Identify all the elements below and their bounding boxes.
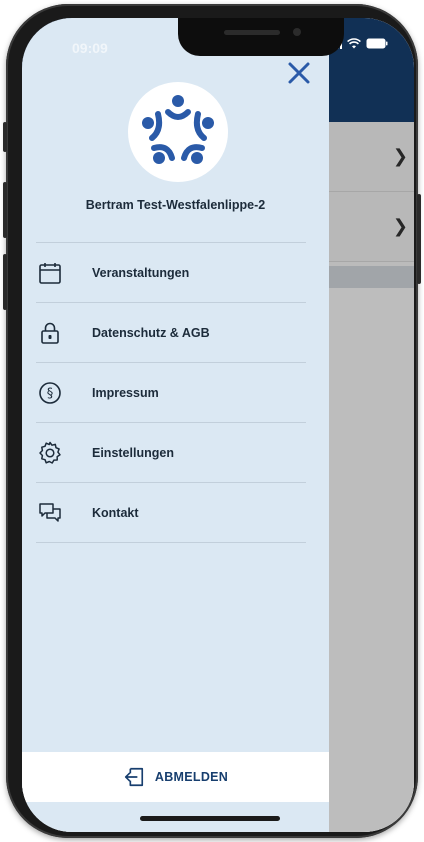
screen: ❯ ❯ 09:09 Bertram Test-Westfalenlippe-2 … (22, 18, 414, 832)
paragraph-icon: § (39, 382, 61, 404)
camera (293, 28, 301, 36)
drawer-menu: Veranstaltungen Datenschutz & AGB § Impr… (36, 242, 306, 543)
wifi-icon (347, 38, 361, 49)
menu-item-label: Impressum (92, 386, 159, 400)
notch (178, 18, 344, 56)
close-icon (288, 62, 310, 84)
logout-button[interactable]: ABMELDEN (22, 752, 329, 802)
menu-item-label: Einstellungen (92, 446, 174, 460)
battery-icon (366, 38, 388, 49)
close-button[interactable] (284, 58, 314, 88)
volume-up-button (3, 182, 7, 238)
menu-item-label: Datenschutz & AGB (92, 326, 210, 340)
menu-item-impressum[interactable]: § Impressum (36, 363, 306, 423)
menu-item-einstellungen[interactable]: Einstellungen (36, 423, 306, 483)
people-circle-logo-icon (142, 95, 214, 164)
menu-item-veranstaltungen[interactable]: Veranstaltungen (36, 243, 306, 303)
menu-item-label: Kontakt (92, 506, 139, 520)
calendar-icon (39, 263, 61, 284)
menu-item-kontakt[interactable]: Kontakt (36, 483, 306, 543)
menu-item-label: Veranstaltungen (92, 266, 190, 280)
volume-down-button (3, 254, 7, 310)
chat-icon (39, 503, 61, 522)
user-name: Bertram Test-Westfalenlippe-2 (85, 198, 266, 212)
status-time: 09:09 (72, 40, 108, 56)
mute-switch (3, 122, 7, 152)
power-button (417, 194, 421, 284)
menu-item-datenschutz[interactable]: Datenschutz & AGB (36, 303, 306, 363)
gear-icon (39, 441, 61, 464)
logout-icon (124, 767, 143, 787)
navigation-drawer: Bertram Test-Westfalenlippe-2 Veranstalt… (22, 18, 329, 832)
lock-icon (41, 322, 59, 344)
organization-logo (128, 82, 228, 182)
speaker (224, 30, 280, 35)
svg-text:§: § (47, 387, 54, 402)
home-indicator[interactable] (140, 816, 280, 821)
logout-label: ABMELDEN (154, 770, 229, 784)
